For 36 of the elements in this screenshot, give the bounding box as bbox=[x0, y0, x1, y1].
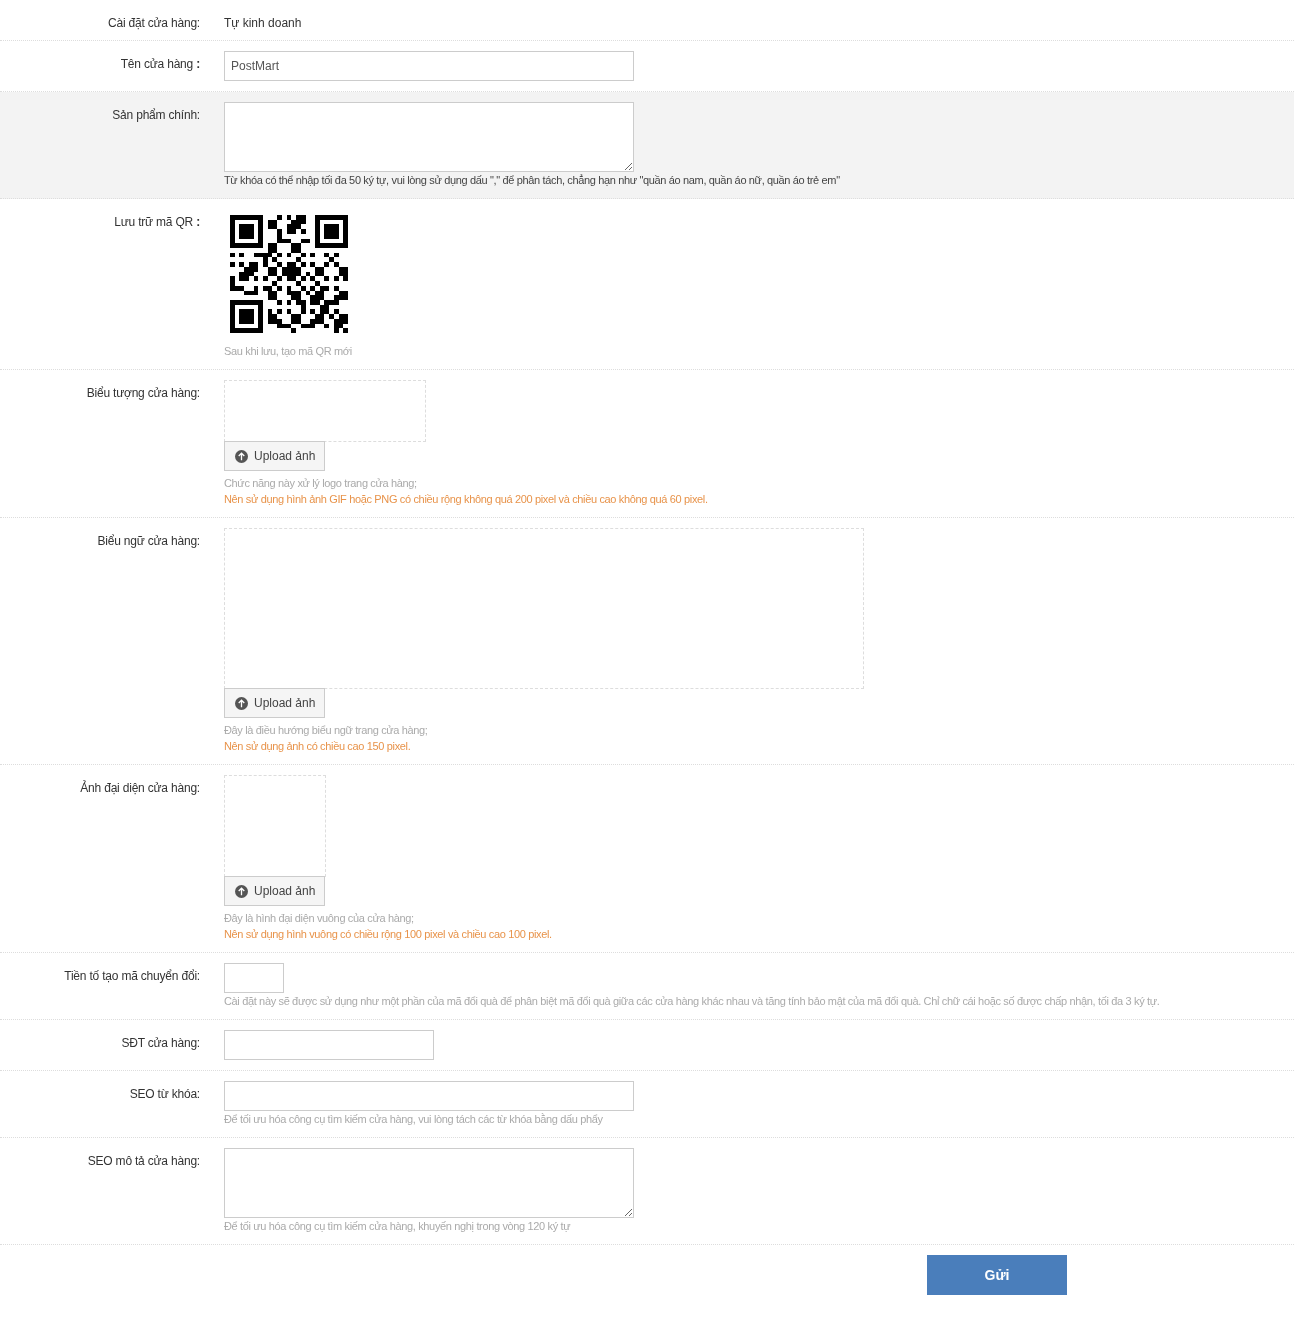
help-text: Đây là điều hướng biểu ngữ trang cửa hàng; bbox=[224, 723, 428, 738]
help-text: Nên sử dụng hình vuông có chiều rộng 100 pixel và chiều cao 100 pixel. bbox=[224, 927, 552, 942]
upload-button[interactable]: Upload ảnh bbox=[224, 876, 326, 906]
help-text: Chức năng này xử lý logo trang cửa hàng; bbox=[224, 476, 417, 491]
upload-icon bbox=[235, 884, 248, 898]
submit-button[interactable]: Gửi bbox=[927, 1255, 1067, 1295]
input-field[interactable]: PostMart bbox=[224, 51, 634, 81]
input-field[interactable] bbox=[224, 963, 284, 993]
help-text: Cài đặt này sẽ được sử dụng như một phần của mã đổi quà để phân biệt mã đổi quà giữa các cửa hàng khác nhau và tăng tính bảo mật của mã đổi quà. Chỉ chữ cái hoặc số được chấp nhận, tối đa 3 ký tự. bbox=[224, 994, 1160, 1009]
upload-icon bbox=[235, 696, 248, 710]
field-label: Tiền tố tạo mã chuyển đổi: bbox=[64, 969, 200, 983]
field-label: Sản phẩm chính: bbox=[112, 108, 200, 122]
field-label: Lưu trữ mã QR : bbox=[114, 215, 200, 229]
text-area[interactable] bbox=[224, 102, 634, 172]
field-label: SĐT cửa hàng: bbox=[121, 1036, 200, 1050]
upload-button[interactable]: Upload ảnh bbox=[224, 688, 326, 718]
help-text: Đây là hình đại diện vuông của cửa hàng; bbox=[224, 911, 414, 926]
field-label: SEO từ khóa: bbox=[129, 1087, 200, 1101]
upload-icon bbox=[235, 449, 248, 463]
help-text: Nên sử dụng ảnh có chiều cao 150 pixel. bbox=[224, 739, 411, 754]
field-label: Ảnh đại diện cửa hàng: bbox=[80, 781, 200, 795]
field-value: Tự kinh doanh bbox=[224, 15, 302, 30]
text-area[interactable] bbox=[224, 1148, 634, 1218]
upload-button[interactable]: Upload ảnh bbox=[224, 441, 326, 471]
input-field[interactable] bbox=[224, 1030, 434, 1060]
help-text: Từ khóa có thể nhập tối đa 50 ký tự, vui lòng sử dụng dấu "," để phân tách, chẳng hạn như "quần áo nam, quần áo nữ, quần áo trẻ em" bbox=[224, 173, 840, 188]
field-label: Tên cửa hàng : bbox=[120, 57, 200, 71]
input-field[interactable] bbox=[224, 1081, 634, 1111]
field-label: Biểu ngữ cửa hàng: bbox=[97, 534, 200, 548]
field-label: Biểu tượng cửa hàng: bbox=[86, 386, 200, 400]
field-label: Cài đặt cửa hàng: bbox=[107, 16, 200, 30]
help-text: Nên sử dụng hình ảnh GIF hoặc PNG có chiều rộng không quá 200 pixel và chiều cao không quá 60 pixel. bbox=[224, 492, 708, 507]
help-text: Để tối ưu hóa công cụ tìm kiếm cửa hàng, khuyến nghị trong vòng 120 ký tự bbox=[224, 1219, 571, 1234]
help-text: Sau khi lưu, tạo mã QR mới bbox=[224, 344, 352, 359]
field-label: SEO mô tả cửa hàng: bbox=[87, 1154, 200, 1168]
help-text: Để tối ưu hóa công cụ tìm kiếm cửa hàng, vui lòng tách các từ khóa bằng dấu phẩy bbox=[224, 1112, 603, 1127]
